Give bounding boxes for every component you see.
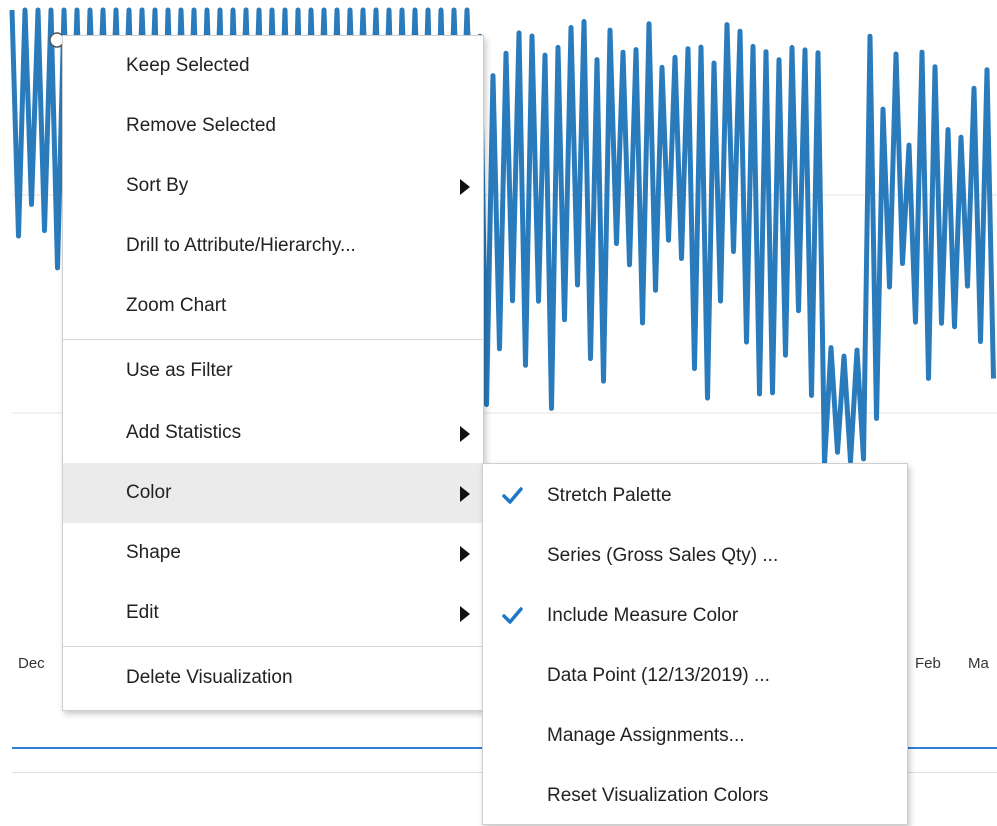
menu-item-label: Shape bbox=[126, 542, 181, 563]
checkmark-icon bbox=[502, 607, 523, 624]
submenu-arrow-icon bbox=[460, 546, 470, 562]
menu-item-label: Zoom Chart bbox=[126, 295, 227, 316]
submenu-item-series-color[interactable]: Series (Gross Sales Qty) ... bbox=[483, 526, 907, 586]
submenu-item-data-point-color[interactable]: Data Point (12/13/2019) ... bbox=[483, 646, 907, 706]
checkmark-icon bbox=[502, 487, 523, 504]
submenu-item-label: Stretch Palette bbox=[547, 485, 672, 506]
submenu-item-label: Reset Visualization Colors bbox=[547, 785, 769, 806]
menu-item-delete-visualization[interactable]: Delete Visualization bbox=[63, 648, 483, 708]
menu-item-sort-by[interactable]: Sort By bbox=[63, 156, 483, 216]
menu-item-label: Keep Selected bbox=[126, 55, 250, 76]
context-menu: Keep Selected Remove Selected Sort By Dr… bbox=[62, 35, 484, 711]
x-axis-tick-mar: Ma bbox=[968, 655, 989, 672]
menu-item-add-statistics[interactable]: Add Statistics bbox=[63, 403, 483, 463]
submenu-arrow-icon bbox=[460, 606, 470, 622]
submenu-item-label: Include Measure Color bbox=[547, 605, 739, 626]
menu-item-keep-selected[interactable]: Keep Selected bbox=[63, 36, 483, 96]
menu-item-label: Use as Filter bbox=[126, 360, 233, 381]
menu-item-remove-selected[interactable]: Remove Selected bbox=[63, 96, 483, 156]
submenu-item-label: Data Point (12/13/2019) ... bbox=[547, 665, 770, 686]
menu-item-color[interactable]: Color bbox=[63, 463, 483, 523]
x-axis-tick-dec: Dec bbox=[18, 655, 45, 672]
menu-item-use-as-filter[interactable]: Use as Filter bbox=[63, 341, 483, 401]
menu-separator bbox=[63, 339, 483, 340]
menu-separator bbox=[63, 646, 483, 647]
x-axis-tick-feb: Feb bbox=[915, 655, 941, 672]
submenu-item-stretch-palette[interactable]: Stretch Palette bbox=[483, 466, 907, 526]
menu-item-edit[interactable]: Edit bbox=[63, 583, 483, 643]
menu-item-label: Edit bbox=[126, 602, 159, 623]
menu-item-label: Drill to Attribute/Hierarchy... bbox=[126, 235, 356, 256]
color-submenu: Stretch Palette Series (Gross Sales Qty)… bbox=[482, 463, 908, 825]
submenu-item-manage-assignments[interactable]: Manage Assignments... bbox=[483, 706, 907, 766]
menu-item-label: Delete Visualization bbox=[126, 667, 293, 688]
menu-item-label: Remove Selected bbox=[126, 115, 276, 136]
submenu-arrow-icon bbox=[460, 179, 470, 195]
menu-item-label: Sort By bbox=[126, 175, 189, 196]
submenu-arrow-icon bbox=[460, 426, 470, 442]
submenu-item-label: Manage Assignments... bbox=[547, 725, 745, 746]
submenu-item-reset-colors[interactable]: Reset Visualization Colors bbox=[483, 766, 907, 826]
menu-item-label: Add Statistics bbox=[126, 422, 242, 443]
submenu-arrow-icon bbox=[460, 486, 470, 502]
menu-item-shape[interactable]: Shape bbox=[63, 523, 483, 583]
menu-item-drill-to-attribute[interactable]: Drill to Attribute/Hierarchy... bbox=[63, 216, 483, 276]
submenu-item-label: Series (Gross Sales Qty) ... bbox=[547, 545, 779, 566]
menu-item-label: Color bbox=[126, 482, 172, 503]
submenu-item-include-measure-color[interactable]: Include Measure Color bbox=[483, 586, 907, 646]
menu-item-zoom-chart[interactable]: Zoom Chart bbox=[63, 276, 483, 336]
